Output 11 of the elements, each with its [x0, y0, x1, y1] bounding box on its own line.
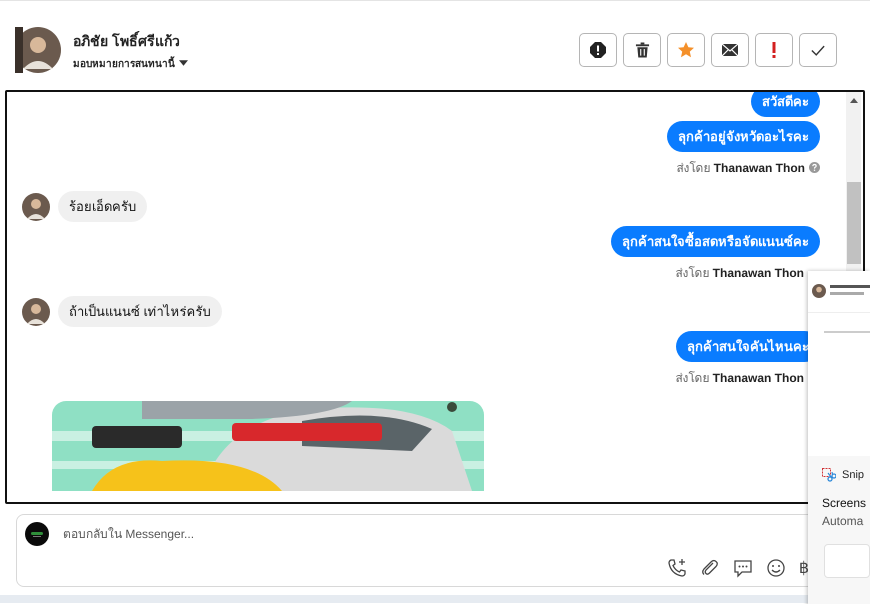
sent-by-label: ส่งโดย Thanawan Thon: [676, 160, 805, 177]
contact-name: อภิชัย โพธิ์ศรีแก้ว: [73, 30, 181, 50]
sent-message: ลุกค้าสนใจซื้อสดหรือจัดแนนซ์คะ: [611, 226, 820, 257]
received-message: ร้อยเอ็ดครับ: [58, 191, 147, 222]
sent-message: ลุกค้าอยู่จังหวัดอะไรคะ: [667, 121, 820, 152]
notification-title: Screens: [821, 495, 868, 510]
sent-message: สวัสดีคะ: [751, 92, 820, 117]
sent-by-label: ส่งโดย Thanawan Thon: [675, 265, 804, 282]
received-message: ถ้าเป็นแนนซ์ เท่าไหร่ครับ: [58, 296, 222, 327]
app-name: Snip: [842, 469, 864, 481]
sent-by-label: ส่งโดย Thanawan Thon: [675, 370, 804, 387]
